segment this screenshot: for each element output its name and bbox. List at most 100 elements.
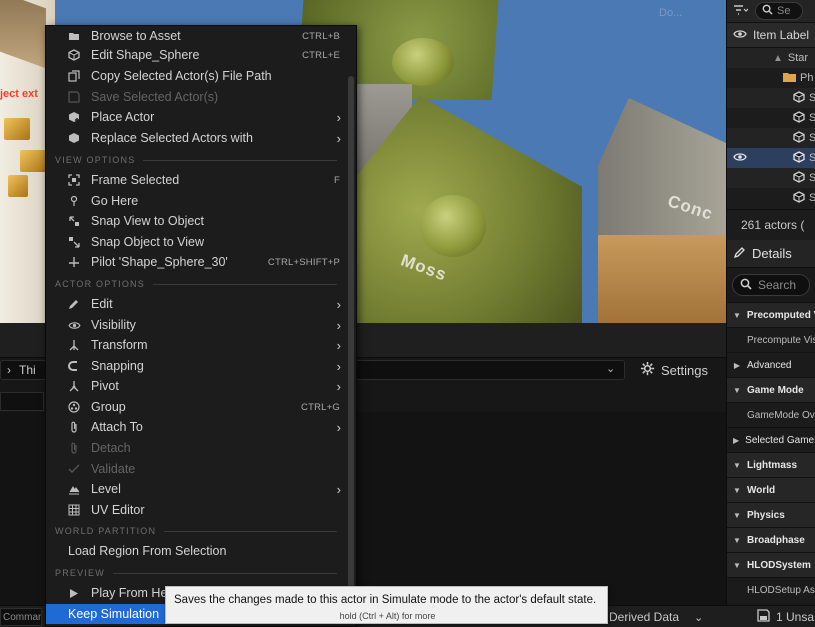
outliner-row[interactable]: S	[727, 188, 815, 208]
menu-item-edit-shape[interactable]: Edit Shape_Sphere CTRL+E	[46, 45, 356, 65]
outliner-row[interactable]: S	[727, 128, 815, 148]
menu-item-level[interactable]: Level ›	[46, 479, 356, 499]
chevron-down-icon[interactable]: ⌄	[606, 362, 615, 375]
menu-item-place-actor[interactable]: Place Actor ›	[46, 107, 356, 127]
eye-icon[interactable]	[733, 28, 747, 42]
details-category-row[interactable]: ▼ HLODSystem	[727, 552, 815, 577]
replace-icon	[67, 131, 81, 145]
details-category-row[interactable]: ▼ World	[727, 477, 815, 502]
outliner-row-label: S	[809, 92, 815, 104]
menu-item-snap-object-to-view[interactable]: Snap Object to View	[46, 232, 356, 252]
transform-icon	[67, 338, 81, 352]
validate-icon	[67, 462, 81, 476]
menu-item-snapping[interactable]: Snapping ›	[46, 356, 356, 376]
outliner-row-selected[interactable]: S	[727, 148, 815, 168]
caret-down-icon[interactable]: ▼	[733, 486, 741, 495]
details-property-row[interactable]: Precompute Vis	[727, 327, 815, 352]
menu-item-browse-to-asset[interactable]: Browse to Asset CTRL+B	[46, 26, 356, 46]
gear-icon	[640, 361, 655, 379]
cube-icon	[793, 130, 805, 146]
menu-item-go-here[interactable]: Go Here	[46, 191, 356, 211]
details-property-row[interactable]: GameMode Ove	[727, 402, 815, 427]
filter-icon[interactable]	[733, 4, 749, 19]
menu-item-load-region[interactable]: Load Region From Selection	[46, 541, 356, 561]
cube-icon	[793, 90, 805, 106]
outliner-search-input[interactable]: Se	[755, 2, 803, 20]
details-search-input[interactable]: Search	[732, 274, 810, 296]
menu-item-save-selected-actors[interactable]: Save Selected Actor(s)	[46, 87, 356, 107]
details-category-row[interactable]: ▼ Lightmass	[727, 452, 815, 477]
unreal-editor-window: ject ext Moss Conc Do... Se Item Label ▲…	[0, 0, 815, 627]
details-panel: Details Search ▼ Precomputed V Precompute …	[726, 240, 815, 627]
details-row-label: Physics	[747, 509, 785, 521]
menu-item-edit[interactable]: Edit ›	[46, 294, 356, 314]
column-item-label: Item Label	[753, 28, 810, 42]
caret-down-icon[interactable]: ▼	[733, 511, 741, 520]
outliner-row[interactable]: ▲ Star	[727, 48, 815, 68]
viewport-gold-cube	[20, 150, 46, 172]
viewport-sphere[interactable]	[392, 38, 454, 86]
caret-down-icon[interactable]: ▼	[733, 536, 741, 545]
menu-item-group[interactable]: Group CTRL+G	[46, 397, 356, 417]
eye-icon[interactable]	[733, 152, 747, 165]
menu-item-snap-view-to-object[interactable]: Snap View to Object	[46, 211, 356, 231]
menu-item-pivot[interactable]: Pivot ›	[46, 376, 356, 396]
menu-item-validate[interactable]: Validate	[46, 459, 356, 479]
details-category-row[interactable]: ▼ Game Mode	[727, 377, 815, 402]
outliner-row[interactable]: S	[727, 88, 815, 108]
outliner-row[interactable]: S	[727, 168, 815, 188]
caret-down-icon[interactable]: ▼	[733, 561, 741, 570]
caret-down-icon[interactable]: ▼	[733, 461, 741, 470]
lower-filter-box[interactable]	[0, 392, 44, 411]
menu-item-visibility[interactable]: Visibility ›	[46, 315, 356, 335]
caret-right-icon[interactable]: ▶	[733, 436, 739, 445]
viewport-selected-sphere[interactable]	[420, 195, 486, 257]
submenu-arrow-icon: ›	[336, 337, 341, 353]
menu-item-transform[interactable]: Transform ›	[46, 335, 356, 355]
menu-item-pilot[interactable]: Pilot 'Shape_Sphere_30' CTRL+SHIFT+P	[46, 252, 356, 272]
tooltip: Saves the changes made to this actor in …	[165, 586, 608, 624]
details-row-label: Advanced	[747, 359, 792, 371]
unsaved-button[interactable]: 1 Unsa	[757, 608, 814, 626]
menu-item-attach-to[interactable]: Attach To ›	[46, 417, 356, 437]
outliner-toolbar: Se	[727, 0, 815, 22]
settings-button[interactable]: Settings	[640, 360, 708, 380]
derived-data-button[interactable]: Derived Data ⌄	[609, 608, 703, 626]
outliner-column-header[interactable]: Item Label	[727, 22, 815, 48]
outliner-row[interactable]: S	[727, 108, 815, 128]
caret-right-icon[interactable]: ▶	[733, 361, 741, 370]
save-icon	[67, 90, 81, 104]
details-tab[interactable]: Details	[727, 240, 815, 268]
outliner-row[interactable]: Ph	[727, 68, 815, 88]
submenu-arrow-icon: ›	[336, 109, 341, 125]
details-category-row[interactable]: ▼ Broadphase	[727, 527, 815, 552]
details-tab-label: Details	[752, 246, 792, 261]
group-icon	[67, 400, 81, 414]
menu-item-uv-editor[interactable]: UV Editor	[46, 500, 356, 520]
cube-icon	[793, 110, 805, 126]
cube-icon	[793, 150, 805, 166]
caret-down-icon[interactable]: ▼	[733, 311, 741, 320]
console-command-input[interactable]: Comman	[0, 608, 42, 626]
details-category-row[interactable]: ▶ Advanced	[727, 352, 815, 377]
menu-item-detach[interactable]: Detach	[46, 438, 356, 458]
details-row-label: Lightmass	[747, 459, 798, 471]
outliner-row-label: S	[809, 192, 815, 204]
section-preview: PREVIEW	[55, 567, 337, 579]
details-category-row[interactable]: ▶ Selected GameM	[727, 427, 815, 452]
menu-item-copy-file-path[interactable]: Copy Selected Actor(s) File Path	[46, 66, 356, 86]
submenu-arrow-icon: ›	[336, 130, 341, 146]
search-icon	[740, 278, 752, 293]
console-placeholder: Comman	[3, 611, 42, 623]
submenu-arrow-icon: ›	[336, 296, 341, 312]
details-category-row[interactable]: ▼ Physics	[727, 502, 815, 527]
details-category-row[interactable]: ▼ Precomputed V	[727, 302, 815, 327]
menu-item-frame-selected[interactable]: Frame Selected F	[46, 170, 356, 190]
outliner-row-label: S	[809, 132, 815, 144]
menu-item-replace-actors[interactable]: Replace Selected Actors with ›	[46, 128, 356, 148]
cube-icon	[793, 170, 805, 186]
caret-down-icon[interactable]: ▼	[733, 386, 741, 395]
details-property-row[interactable]: HLODSetup Ass	[727, 577, 815, 602]
menu-scrollbar[interactable]	[348, 76, 354, 621]
path-text: Thi	[19, 363, 36, 377]
